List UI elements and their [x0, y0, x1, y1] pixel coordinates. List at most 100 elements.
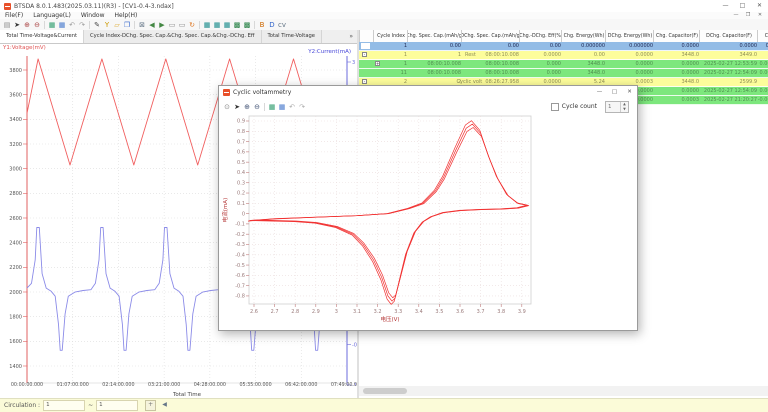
menu-item-filef[interactable]: File(F) [0, 12, 28, 19]
table-row[interactable]: 10.000.000.000.0000000.0000000.00000.000… [359, 42, 768, 51]
menu-item-window[interactable]: Window [76, 12, 110, 19]
column-header[interactable]: DChg. Spec. Cap.(mAh/g) [461, 30, 520, 42]
mdi-close-button[interactable]: ✕ [754, 12, 766, 19]
grid-view-3-icon[interactable]: ▦ [222, 20, 232, 30]
spinner-down-button[interactable]: ▼ [621, 107, 628, 112]
chart-layers-icon[interactable]: ▦ [57, 20, 67, 30]
tab-overflow-icon[interactable]: » [349, 30, 357, 43]
cycle-count-checkbox[interactable] [551, 103, 559, 111]
menu-item-languagel[interactable]: Language(L) [28, 12, 76, 19]
mdi-minimize-button[interactable]: — [730, 12, 742, 19]
filter-icon[interactable]: Y [102, 20, 112, 30]
window-title: BTSDA 8.0.1.483(2025.03.11)(R3) - [CV1-0… [14, 3, 174, 10]
zoom-in-icon[interactable]: ⊕ [22, 20, 32, 30]
cv-chart[interactable]: 2.62.72.82.933.13.23.33.43.53.63.73.83.9… [219, 114, 639, 326]
svg-text:1600: 1600 [9, 339, 22, 345]
popup-maximize-button[interactable]: □ [607, 86, 622, 99]
export-excel-2-icon[interactable]: ▩ [242, 20, 252, 30]
print-icon[interactable]: ▤ [2, 20, 12, 30]
svg-text:0.6: 0.6 [237, 150, 245, 156]
cell: 3448.0 [653, 51, 699, 59]
svg-text:2.9: 2.9 [312, 309, 320, 315]
export-excel-1-icon[interactable]: ▩ [232, 20, 242, 30]
table-row[interactable]: -11Rest 08:00:10.0080.00000.000.00003448… [359, 51, 768, 60]
folder-icon[interactable]: ▱ [112, 20, 122, 30]
redo-icon[interactable]: ↷ [77, 20, 87, 30]
column-header[interactable]: Chg. Spec. Cap.(mAh/g) [407, 30, 462, 42]
cycle-count-value[interactable]: 1 [606, 102, 620, 112]
grid-view-2-icon[interactable]: ▦ [212, 20, 222, 30]
panel-right-icon[interactable]: ▭ [177, 20, 187, 30]
cursor-icon[interactable]: ➤ [12, 20, 22, 30]
svg-text:0.3: 0.3 [237, 180, 245, 186]
table-row[interactable]: 1108:00:10.00808:00:10.0080.0003448.00.0… [359, 69, 768, 78]
x-tick-label: 05:35:00.000 [234, 383, 278, 388]
zoom-in-icon[interactable]: ⊕ [242, 102, 252, 112]
copy-icon[interactable]: ❐ [122, 20, 132, 30]
jump-left-icon[interactable]: ◀ [147, 20, 157, 30]
jump-right-icon[interactable]: ▶ [157, 20, 167, 30]
maximize-button[interactable]: □ [734, 0, 751, 12]
cv-view-icon[interactable]: cv [277, 20, 287, 30]
popup-close-button[interactable]: ✕ [622, 86, 637, 99]
column-header[interactable] [359, 30, 374, 42]
cell: 0.0000 [757, 87, 768, 95]
table-row[interactable]: +108:00:10.00808:00:10.0080.0003448.00.0… [359, 60, 768, 69]
circulation-from-input[interactable]: 1 [43, 400, 85, 411]
cursor-icon[interactable]: ➤ [232, 102, 242, 112]
scrollbar-thumb[interactable] [363, 388, 407, 394]
popup-titlebar[interactable]: Cyclic voltammetry — □ ✕ [219, 86, 637, 99]
collapse-icon[interactable]: - [362, 79, 367, 84]
svg-text:-0.4: -0.4 [235, 252, 245, 258]
horizontal-scrollbar[interactable] [359, 386, 768, 396]
column-header[interactable]: DChg. Energy(Wh) [605, 30, 654, 42]
undo-icon[interactable]: ↶ [67, 20, 77, 30]
cv-plot-frame [249, 116, 531, 304]
grid-view-1-icon[interactable]: ▦ [202, 20, 212, 30]
svg-text:0: 0 [242, 211, 245, 217]
panel-left-icon[interactable]: ▭ [167, 20, 177, 30]
cell: 0.0003 [653, 96, 699, 104]
column-header[interactable]: DChg. Capacitor(F) [699, 30, 758, 42]
tab-2[interactable]: Total Time-Voltage [262, 30, 322, 43]
svg-text:1400: 1400 [9, 364, 22, 370]
battery-view-icon[interactable]: B [257, 20, 267, 30]
prev-arrow-button[interactable]: ◀ [160, 401, 169, 410]
circulation-to-input[interactable]: 1 [96, 400, 138, 411]
cycle-count-spinner[interactable]: 1 ▲ ▼ [605, 101, 629, 113]
column-header[interactable]: Ch [757, 30, 768, 42]
cell: 0.0000 [605, 60, 653, 68]
column-header[interactable]: Chg.-DChg. Eff(%) [519, 30, 562, 42]
svg-text:0.7: 0.7 [237, 139, 245, 145]
spinner-buttons: ▲ ▼ [620, 102, 628, 112]
circulation-apply-button[interactable]: + [145, 400, 156, 411]
toolbar-separator [264, 103, 265, 111]
data-view-icon[interactable]: D [267, 20, 277, 30]
redo-icon[interactable]: ↷ [297, 102, 307, 112]
undo-icon[interactable]: ↶ [287, 102, 297, 112]
pen-icon[interactable]: ✎ [92, 20, 102, 30]
mdi-restore-button[interactable]: ❐ [742, 12, 754, 19]
svg-text:3.2: 3.2 [374, 309, 382, 315]
popup-minimize-button[interactable]: — [592, 86, 607, 99]
tools-icon[interactable]: ⊠ [137, 20, 147, 30]
collapse-icon[interactable]: - [362, 52, 367, 57]
svg-text:2800: 2800 [9, 191, 22, 197]
chart-image-icon[interactable]: ▦ [47, 20, 57, 30]
pan-icon[interactable]: ⊙ [222, 102, 232, 112]
refresh-icon[interactable]: ↻ [187, 20, 197, 30]
chart-layers-icon[interactable]: ▦ [277, 102, 287, 112]
chart-image-icon[interactable]: ▦ [267, 102, 277, 112]
minimize-button[interactable]: — [717, 0, 734, 12]
close-button[interactable]: ✕ [751, 0, 768, 12]
zoom-out-icon[interactable]: ⊖ [32, 20, 42, 30]
tab-1[interactable]: Cycle Index-DChg. Spec. Cap.&Chg. Spec. … [84, 30, 261, 43]
svg-text:3.1: 3.1 [353, 309, 361, 315]
zoom-out-icon[interactable]: ⊖ [252, 102, 262, 112]
column-header[interactable]: Chg. Energy(Wh) [561, 30, 606, 42]
column-header[interactable]: Cycle Index [373, 30, 408, 42]
tab-0[interactable]: Total Time-Voltage&Current [0, 30, 84, 43]
menu-item-helph[interactable]: Help(H) [110, 12, 143, 19]
column-header[interactable]: Chg. Capacitor(F) [653, 30, 700, 42]
cell [757, 51, 768, 59]
